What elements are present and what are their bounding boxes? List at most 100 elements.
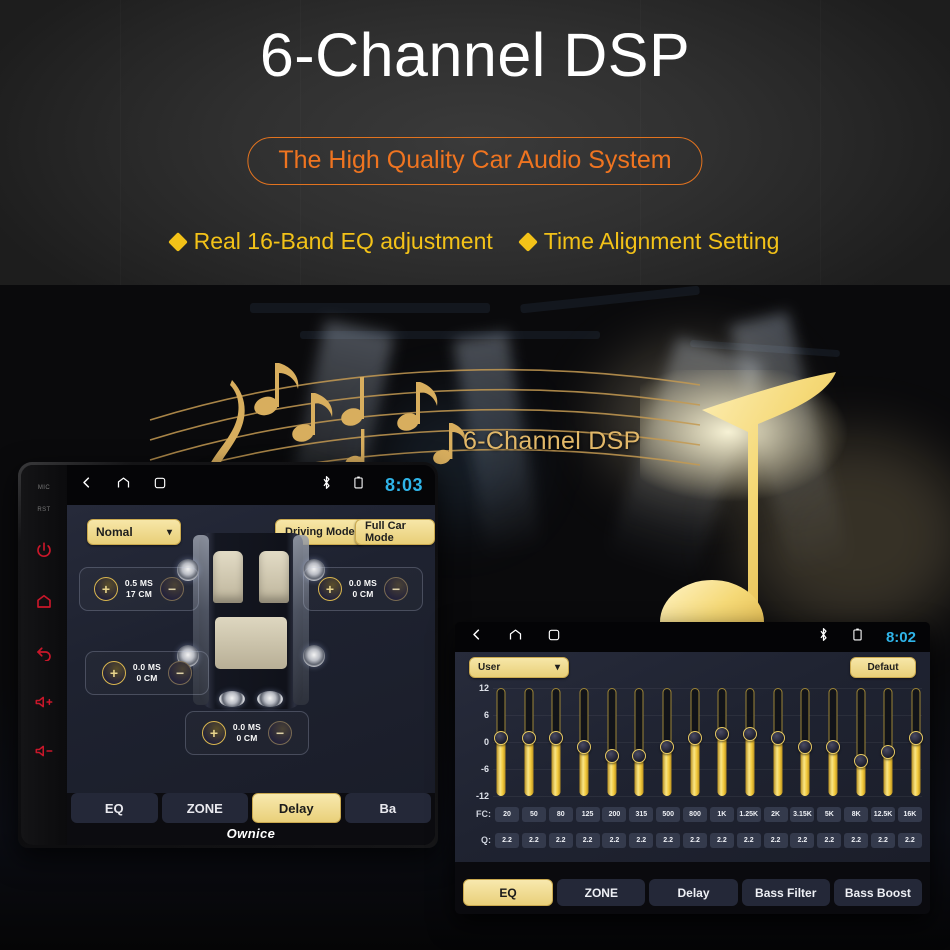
tab-zone[interactable]: ZONE — [161, 793, 248, 823]
full-car-mode-button[interactable]: Full Car Mode — [355, 519, 435, 545]
slider-thumb[interactable] — [659, 740, 674, 754]
slider-thumb[interactable] — [881, 744, 896, 759]
back-icon[interactable] — [35, 643, 53, 666]
slider-thumb[interactable] — [798, 740, 813, 754]
battery-icon — [853, 628, 862, 646]
home-icon[interactable] — [116, 475, 131, 495]
slider-thumb[interactable] — [604, 749, 619, 763]
slider-thumb[interactable] — [494, 731, 508, 745]
increase-button[interactable]: + — [93, 577, 118, 601]
eq-band-slider[interactable] — [770, 688, 785, 796]
eq-band-slider[interactable] — [715, 688, 730, 796]
slider-thumb[interactable] — [576, 740, 591, 754]
slider-thumb[interactable] — [687, 731, 702, 745]
eq-band-slider[interactable] — [687, 688, 702, 796]
frequency-chip[interactable]: 1.25K — [736, 807, 761, 822]
increase-button[interactable]: + — [101, 661, 126, 685]
q-chip[interactable]: 2.2 — [790, 833, 815, 848]
eq-band-slider[interactable] — [908, 688, 923, 796]
slider-thumb[interactable] — [908, 731, 923, 745]
eq-band-slider[interactable] — [576, 688, 591, 796]
tab-eq[interactable]: EQ — [463, 879, 554, 906]
eq-band-slider[interactable] — [881, 688, 896, 796]
slider-thumb[interactable] — [521, 731, 536, 745]
slider-thumb[interactable] — [853, 753, 868, 768]
tab-zone[interactable]: ZONE — [557, 879, 646, 906]
home-icon[interactable] — [508, 627, 523, 647]
slider-thumb[interactable] — [632, 749, 647, 763]
back-icon[interactable] — [79, 475, 94, 495]
slider-thumb[interactable] — [825, 740, 840, 754]
frequency-chip[interactable]: 8K — [844, 807, 869, 822]
q-label: Q: — [481, 835, 491, 845]
frequency-chip[interactable]: 12.5K — [871, 807, 896, 822]
q-chip[interactable]: 2.2 — [548, 833, 573, 848]
frequency-chip[interactable]: 3.15K — [790, 807, 815, 822]
frequency-chip[interactable]: 200 — [602, 807, 627, 822]
q-chip[interactable]: 2.2 — [521, 833, 546, 848]
delay-mode-select[interactable]: Nomal ▾ — [87, 519, 181, 545]
tab-delay[interactable]: Delay — [649, 879, 738, 906]
recents-icon[interactable] — [547, 628, 561, 647]
eq-preset-select[interactable]: User ▾ — [469, 657, 569, 678]
q-chip[interactable]: 2.2 — [495, 833, 519, 848]
q-chip[interactable]: 2.2 — [602, 833, 627, 848]
slider-thumb[interactable] — [770, 731, 785, 745]
frequency-chip[interactable]: 5K — [817, 807, 842, 822]
delay-cm: 0 CM — [136, 673, 158, 683]
q-chip[interactable]: 2.2 — [763, 833, 788, 848]
eq-band-slider[interactable] — [549, 688, 564, 796]
q-chip[interactable]: 2.2 — [575, 833, 600, 848]
frequency-chip[interactable]: 20 — [495, 807, 519, 822]
tab-bass-filter[interactable]: Bass Filter — [741, 879, 830, 906]
volume-up-icon[interactable] — [34, 694, 54, 715]
frequency-chip[interactable]: 2K — [763, 807, 788, 822]
slider-thumb[interactable] — [549, 731, 564, 745]
power-icon[interactable] — [35, 541, 53, 564]
eq-band-slider[interactable] — [659, 688, 674, 796]
frequency-chip[interactable]: 50 — [521, 807, 546, 822]
q-chip[interactable]: 2.2 — [871, 833, 896, 848]
eq-band-slider[interactable] — [521, 688, 536, 796]
increase-button[interactable]: + — [201, 721, 226, 745]
q-chip[interactable]: 2.2 — [897, 833, 922, 848]
default-button[interactable]: Defaut — [850, 657, 916, 678]
eq-band-slider[interactable] — [494, 688, 508, 796]
q-chip[interactable]: 2.2 — [844, 833, 869, 848]
eq-band-slider[interactable] — [742, 688, 757, 796]
eq-band-slider[interactable] — [853, 688, 868, 796]
volume-down-icon[interactable] — [34, 743, 54, 764]
decrease-button[interactable]: − — [384, 577, 409, 601]
recents-icon[interactable] — [153, 476, 167, 495]
back-icon[interactable] — [469, 627, 484, 647]
frequency-chip[interactable]: 1K — [709, 807, 734, 822]
slider-thumb[interactable] — [742, 726, 757, 741]
decrease-button[interactable]: − — [268, 721, 293, 745]
frequency-chip[interactable]: 315 — [629, 807, 654, 822]
decrease-button[interactable]: − — [168, 661, 193, 685]
frequency-chip[interactable]: 16K — [897, 807, 922, 822]
q-chip[interactable]: 2.2 — [656, 833, 681, 848]
frequency-chip[interactable]: 800 — [683, 807, 708, 822]
frequency-chip[interactable]: 125 — [575, 807, 600, 822]
eq-band-slider[interactable] — [798, 688, 813, 796]
q-chip[interactable]: 2.2 — [817, 833, 842, 848]
decrease-button[interactable]: − — [160, 577, 185, 601]
q-chip[interactable]: 2.2 — [709, 833, 734, 848]
q-chip[interactable]: 2.2 — [736, 833, 761, 848]
tab-bass-boost[interactable]: Bass Boost — [833, 879, 923, 906]
q-chip[interactable]: 2.2 — [683, 833, 708, 848]
tab-delay[interactable]: Delay — [252, 793, 341, 823]
frequency-chip[interactable]: 500 — [656, 807, 681, 822]
eq-band-slider[interactable] — [632, 688, 647, 796]
tab-eq[interactable]: EQ — [71, 793, 158, 823]
eq-band-slider[interactable] — [604, 688, 619, 796]
tab-bass[interactable]: Ba — [344, 793, 431, 823]
home-icon[interactable] — [35, 592, 53, 615]
eq-band-slider[interactable] — [825, 688, 840, 796]
q-chip[interactable]: 2.2 — [629, 833, 654, 848]
increase-button[interactable]: + — [317, 577, 342, 601]
frequency-chip[interactable]: 80 — [548, 807, 573, 822]
bluetooth-icon — [818, 627, 829, 647]
slider-thumb[interactable] — [715, 726, 730, 741]
